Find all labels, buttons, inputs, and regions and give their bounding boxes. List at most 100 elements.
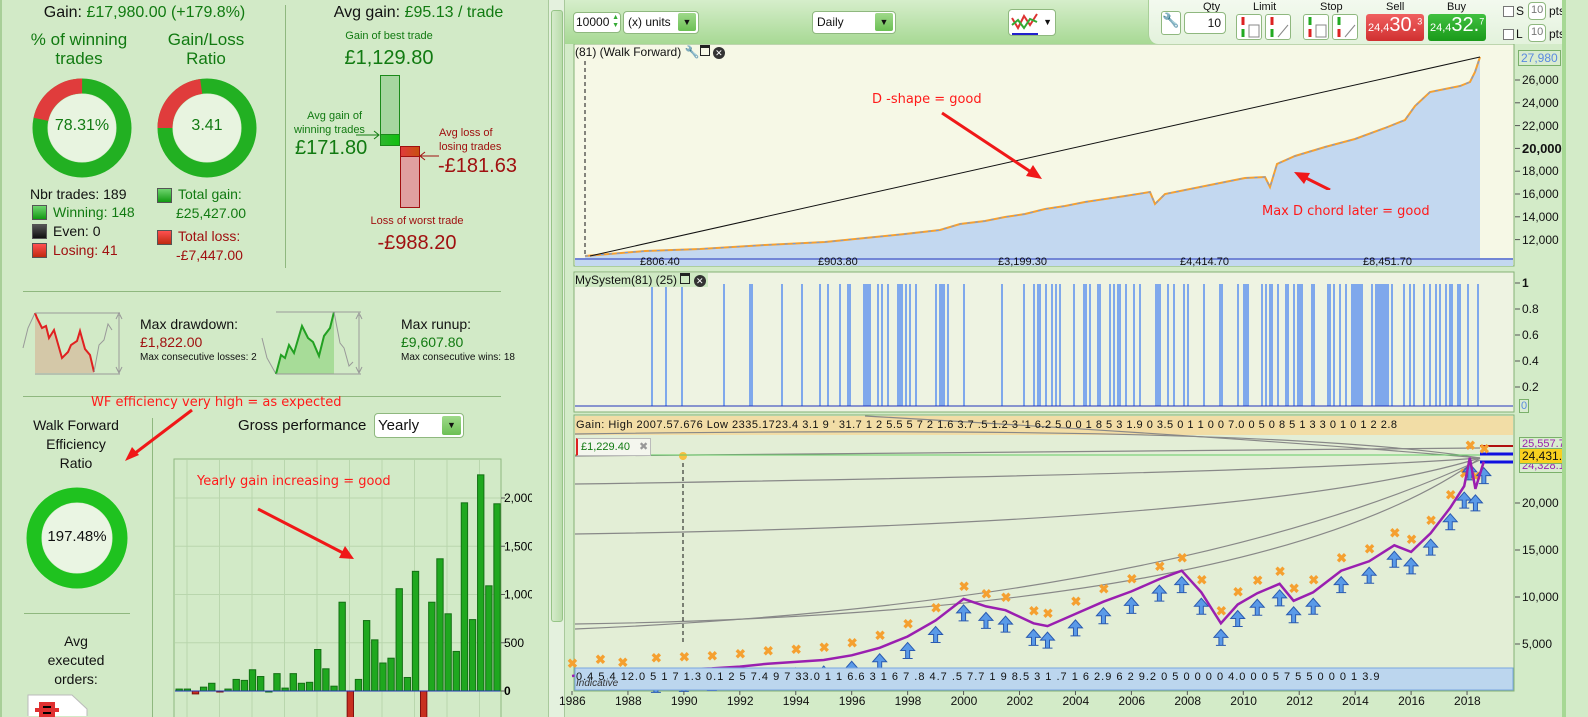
right-edge-bar bbox=[1562, 0, 1588, 717]
sell-marker-icon: ✖ bbox=[931, 601, 942, 616]
sell-marker-icon: ✖ bbox=[1289, 581, 1300, 596]
panel-scrollbar[interactable] bbox=[548, 0, 565, 717]
annotation-arrows bbox=[125, 408, 354, 559]
annotation-chord: Max D chord later = good bbox=[1262, 204, 1430, 219]
worst-trade-label: Loss of worst trade bbox=[370, 215, 464, 227]
bar bbox=[436, 558, 444, 692]
sell-marker-icon: ✖ bbox=[763, 644, 774, 659]
sell-marker-icon: ✖ bbox=[819, 640, 830, 655]
sell-marker-icon: ✖ bbox=[1029, 603, 1040, 618]
annotation-arrows bbox=[941, 111, 1331, 190]
close-icon[interactable]: ✕ bbox=[712, 47, 725, 59]
bar bbox=[273, 673, 281, 692]
trading-toolbar: 10000 ▲ ▼ (x) units ▼ Daily ▼ ▼ 🔧 Qty 10 Lim… bbox=[565, 0, 1588, 44]
divider bbox=[23, 291, 501, 292]
limit-sell-button[interactable] bbox=[1265, 14, 1291, 40]
maximize-icon[interactable] bbox=[699, 45, 710, 56]
quantity-stepper[interactable]: 10000 ▲ ▼ bbox=[573, 12, 621, 33]
y-axis-label: 22,000 bbox=[1522, 118, 1559, 133]
y-axis-label: 16,000 bbox=[1522, 187, 1559, 201]
sell-marker-icon: ✖ bbox=[1154, 559, 1165, 574]
limit-order-icon bbox=[1241, 17, 1260, 38]
y-axis-label: 0.4 bbox=[1522, 354, 1539, 368]
sell-marker-icon: ✖ bbox=[1098, 582, 1109, 597]
chart-type-button[interactable]: ▼ bbox=[1008, 9, 1056, 36]
scrollbar-thumb[interactable] bbox=[551, 10, 563, 622]
y-axis-label: 10,000 bbox=[1522, 590, 1559, 604]
total-gain-swatch bbox=[157, 188, 172, 203]
avg-win-value: £171.80 bbox=[295, 137, 368, 159]
limit-checkbox[interactable] bbox=[1503, 29, 1514, 40]
y-axis-label: 20,000 bbox=[1522, 141, 1562, 157]
equity-last-value: 27,980 bbox=[1518, 50, 1561, 66]
bar bbox=[379, 662, 387, 692]
chevron-down-icon[interactable]: ▼ bbox=[1043, 17, 1052, 27]
x-axis-label: 2012 bbox=[1286, 694, 1313, 708]
y-axis-label: 5,000 bbox=[1522, 637, 1553, 651]
bar bbox=[199, 686, 208, 692]
sell-marker-icon: ✖ bbox=[1233, 585, 1244, 600]
bar bbox=[232, 678, 240, 692]
x-axis-label: 2018 bbox=[1454, 694, 1481, 708]
bar bbox=[485, 585, 493, 692]
limit-points-input[interactable]: 10 bbox=[1528, 24, 1546, 42]
limit-order-icon bbox=[1270, 17, 1289, 38]
sell-marker-icon: ✖ bbox=[1275, 564, 1286, 579]
units-value: (x) units bbox=[628, 15, 671, 29]
system-panel bbox=[573, 271, 1515, 413]
gain-label: Gain: bbox=[43, 4, 82, 21]
units-select[interactable]: (x) units ▼ bbox=[623, 11, 699, 34]
sell-marker-icon: ✖ bbox=[1070, 594, 1081, 609]
avg-loss-label-1: Avg loss of bbox=[439, 127, 493, 139]
bar bbox=[420, 690, 428, 717]
x-axis-label: 1994 bbox=[782, 694, 810, 708]
wrench-icon[interactable]: 🔧 bbox=[1161, 11, 1181, 35]
avg-loss-label-2: losing trades bbox=[439, 141, 502, 153]
chevron-down-icon[interactable]: ▼ bbox=[875, 13, 893, 31]
stop-sell-button[interactable] bbox=[1332, 14, 1358, 40]
sell-marker-icon: ✖ bbox=[735, 647, 746, 662]
worst-trade-bar bbox=[400, 156, 420, 208]
y-tick-label: 500 bbox=[504, 636, 524, 650]
stop-buy-button[interactable] bbox=[1303, 14, 1329, 40]
max-consecutive-losses: Max consecutive losses: 2 bbox=[140, 352, 257, 363]
bar bbox=[297, 682, 306, 692]
sell-marker-icon: ✖ bbox=[1479, 442, 1490, 457]
annotation-arrow bbox=[129, 408, 193, 459]
wrench-icon[interactable]: 🔧 bbox=[685, 45, 700, 59]
stepper-arrows-icon[interactable]: ▲ ▼ bbox=[612, 14, 619, 30]
timeframe-select[interactable]: Daily ▼ bbox=[812, 11, 896, 34]
buy-price-sup: 7 bbox=[1479, 16, 1485, 27]
equity-band-label: £4,414.70 bbox=[1180, 256, 1229, 268]
close-icon[interactable]: ✕ bbox=[693, 275, 706, 287]
bar bbox=[411, 570, 420, 692]
bar bbox=[403, 676, 412, 692]
avg-orders-3: orders: bbox=[54, 671, 98, 687]
stop-points-input[interactable]: 10 bbox=[1528, 2, 1546, 20]
x-axis-label: 2004 bbox=[1062, 694, 1090, 708]
limit-buy-button[interactable] bbox=[1236, 14, 1262, 40]
sell-marker-icon: ✖ bbox=[1001, 590, 1012, 605]
x-axis-label: 1986 bbox=[559, 694, 586, 708]
winning-count: Winning: 148 bbox=[53, 204, 135, 220]
stop-checkbox[interactable] bbox=[1503, 6, 1514, 17]
chevron-down-icon[interactable]: ▼ bbox=[678, 13, 696, 31]
sell-marker-icon: ✖ bbox=[1389, 525, 1400, 540]
price-top-band-values: Gain: High 2007.57.676 Low 2335.1723.4 3… bbox=[576, 419, 1398, 431]
y-axis-label: 15,000 bbox=[1522, 543, 1559, 557]
sell-price-big: 30. bbox=[1389, 14, 1418, 36]
x-axis-label: 1988 bbox=[614, 694, 642, 708]
bar bbox=[330, 685, 338, 692]
sell-marker-icon: ✖ bbox=[1252, 573, 1263, 588]
gain-loss-ratio-title: Gain/Loss Ratio bbox=[167, 30, 245, 68]
best-trade-bar bbox=[380, 75, 400, 135]
sell-marker-icon: ✖ bbox=[1465, 438, 1476, 453]
close-icon[interactable]: ✖ bbox=[639, 440, 648, 453]
system-panel-title: MySystem(81) (25) ✕ bbox=[575, 273, 708, 287]
bar bbox=[240, 679, 249, 692]
y-axis-label: 1 bbox=[1522, 276, 1529, 290]
maximize-icon[interactable] bbox=[680, 273, 691, 284]
qty-input[interactable]: 10 bbox=[1184, 12, 1226, 34]
buy-button[interactable]: 24,432.7 bbox=[1428, 14, 1486, 41]
sell-button[interactable]: 24,430.3 bbox=[1366, 14, 1424, 41]
